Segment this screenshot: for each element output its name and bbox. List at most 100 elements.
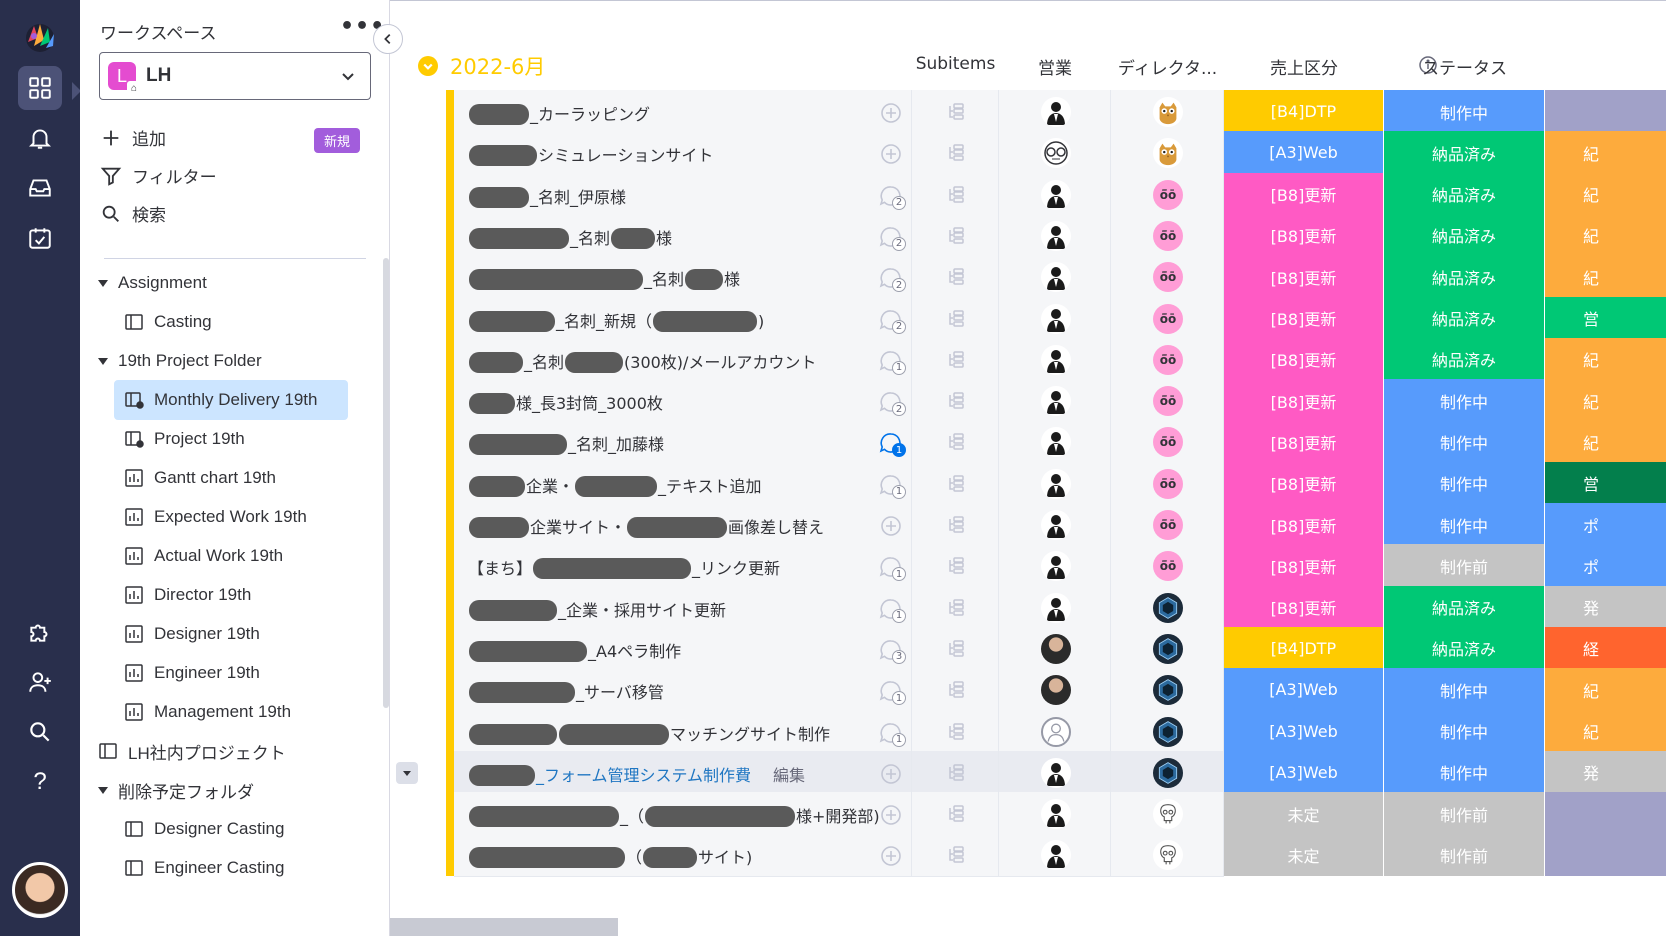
kubun-label[interactable]: [B8]更新 <box>1224 461 1384 506</box>
subitems-icon[interactable] <box>947 351 965 369</box>
director-avatar[interactable] <box>1153 97 1183 127</box>
extra-label[interactable]: 紀 <box>1545 337 1666 382</box>
group-title[interactable]: 2022-6月 <box>450 51 545 81</box>
sales-cell[interactable] <box>999 544 1111 589</box>
person-avatar[interactable] <box>1041 303 1071 334</box>
edit-button[interactable]: 編集 <box>773 766 805 785</box>
add-update-button[interactable] <box>878 101 904 125</box>
status-label[interactable]: 制作前 <box>1384 833 1545 878</box>
kubun-label[interactable]: 未定 <box>1224 833 1384 878</box>
sidebar-item-designer-casting[interactable]: Designer Casting <box>124 809 284 849</box>
director-cell[interactable]: ō̄ō <box>1111 213 1224 258</box>
item-name-cell[interactable]: （ サイト) <box>454 833 912 878</box>
help-icon[interactable]: ? <box>18 760 62 804</box>
subitems-icon[interactable] <box>947 392 965 410</box>
status-label[interactable]: 制作中 <box>1384 461 1545 506</box>
updates-button[interactable]: 1 <box>878 555 906 582</box>
column-header-director[interactable]: ディレクタ... <box>1111 54 1224 79</box>
table-row[interactable]: _名刺_伊原様 2 ō̄ō [B8]更新 納品済み紀 <box>446 172 1666 217</box>
item-name-cell[interactable]: 【まち】 _リンク更新 1 <box>454 544 912 589</box>
table-row[interactable]: _名刺_新規（) 2 ō̄ō [B8]更新 納品済み営 <box>446 296 1666 341</box>
kubun-label[interactable]: [B8]更新 <box>1224 296 1384 341</box>
subitems-icon[interactable] <box>947 805 965 823</box>
director-avatar[interactable] <box>1153 633 1183 664</box>
sales-cell[interactable] <box>999 668 1111 713</box>
person-avatar[interactable] <box>1041 344 1071 375</box>
sales-cell[interactable] <box>999 626 1111 671</box>
subitems-icon[interactable] <box>947 227 965 245</box>
director-cell[interactable] <box>1111 833 1224 878</box>
add-update-button[interactable] <box>878 803 904 827</box>
subitems-cell[interactable] <box>912 420 999 465</box>
kubun-label[interactable]: [B8]更新 <box>1224 255 1384 300</box>
item-name-cell[interactable]: _企業・採用サイト更新 1 <box>454 585 912 630</box>
status-label[interactable]: 制作中 <box>1384 503 1545 547</box>
subitems-icon[interactable] <box>947 640 965 658</box>
subitems-cell[interactable] <box>912 750 999 795</box>
updates-button[interactable]: 2 <box>878 225 906 251</box>
table-row[interactable]: _A4ペラ制作 3 [B4]DTP 納品済み経 <box>446 626 1666 671</box>
updates-button[interactable]: 1 <box>878 349 906 375</box>
sales-cell[interactable] <box>999 792 1111 837</box>
add-update-button[interactable] <box>878 762 904 786</box>
subitems-icon[interactable] <box>947 474 965 493</box>
sales-cell[interactable] <box>999 379 1111 424</box>
status-label[interactable]: 納品済み <box>1384 255 1545 300</box>
sidebar-item-gantt-chart-19th[interactable]: Gantt chart 19th <box>124 458 276 498</box>
extra-label[interactable]: 紀 <box>1545 213 1666 258</box>
director-avatar[interactable] <box>1153 840 1183 871</box>
table-row[interactable]: シミュレーションサイト [A3]Web 納品済み紀 <box>446 131 1666 176</box>
kubun-label[interactable]: [A3]Web <box>1224 131 1384 176</box>
director-cell[interactable] <box>1111 668 1224 713</box>
status-label[interactable]: 制作中 <box>1384 668 1545 713</box>
director-avatar[interactable]: ō̄ō <box>1153 220 1183 251</box>
sales-cell[interactable] <box>999 131 1111 176</box>
subitems-cell[interactable] <box>912 379 999 424</box>
kubun-label[interactable]: 未定 <box>1224 792 1384 837</box>
item-name-cell[interactable]: _名刺 様 2 <box>454 255 912 300</box>
item-name-cell[interactable]: マッチングサイト制作 1 <box>454 709 912 754</box>
updates-button[interactable]: 2 <box>878 266 906 293</box>
updates-button[interactable]: 1 <box>878 473 906 499</box>
item-name-cell[interactable]: _A4ペラ制作 3 <box>454 626 912 671</box>
status-label[interactable]: 制作中 <box>1384 420 1545 465</box>
status-label[interactable]: 納品済み <box>1384 585 1545 630</box>
kubun-label[interactable]: [A3]Web <box>1224 709 1384 754</box>
director-avatar[interactable] <box>1153 138 1183 169</box>
director-avatar[interactable]: ō̄ō <box>1153 468 1183 499</box>
director-cell[interactable]: ō̄ō <box>1111 420 1224 465</box>
subitems-cell[interactable] <box>912 213 999 258</box>
person-avatar[interactable] <box>1041 179 1071 210</box>
sales-cell[interactable] <box>999 255 1111 300</box>
column-header-sales[interactable]: 営業 <box>999 54 1111 79</box>
director-cell[interactable]: ō̄ō <box>1111 379 1224 424</box>
status-label[interactable]: 納品済み <box>1384 131 1545 176</box>
sales-cell[interactable] <box>999 420 1111 465</box>
status-label[interactable]: 制作中 <box>1384 90 1545 134</box>
table-row[interactable]: _カーラッピング [B4]DTP 制作中 <box>446 90 1666 134</box>
sidebar-item-[interactable]: 削除予定フォルダ <box>98 770 254 810</box>
extra-label[interactable]: ポ <box>1545 503 1666 547</box>
extra-label[interactable]: 発 <box>1545 750 1666 795</box>
subitems-icon[interactable] <box>947 681 965 699</box>
extra-label[interactable]: 発 <box>1545 585 1666 630</box>
sidebar-item-monthly-delivery-19th[interactable]: Monthly Delivery 19th <box>114 380 348 420</box>
kubun-label[interactable]: [B8]更新 <box>1224 503 1384 547</box>
sales-cell[interactable] <box>999 90 1111 134</box>
sidebar-item-actual-work-19th[interactable]: Actual Work 19th <box>124 536 283 576</box>
status-label[interactable]: 納品済み <box>1384 626 1545 671</box>
person-avatar-empty[interactable] <box>1041 716 1071 747</box>
director-avatar[interactable] <box>1153 592 1183 623</box>
person-avatar[interactable] <box>1041 592 1071 623</box>
subitems-cell[interactable] <box>912 461 999 506</box>
subitems-cell[interactable] <box>912 544 999 589</box>
director-avatar[interactable] <box>1153 757 1183 788</box>
subitems-icon[interactable] <box>947 516 965 534</box>
kubun-label[interactable]: [B8]更新 <box>1224 544 1384 589</box>
subitems-cell[interactable] <box>912 337 999 382</box>
extra-label[interactable]: 紀 <box>1545 668 1666 713</box>
group-collapse-toggle[interactable] <box>418 56 438 76</box>
director-cell[interactable] <box>1111 131 1224 176</box>
subitems-cell[interactable] <box>912 585 999 630</box>
subitems-cell[interactable] <box>912 709 999 754</box>
